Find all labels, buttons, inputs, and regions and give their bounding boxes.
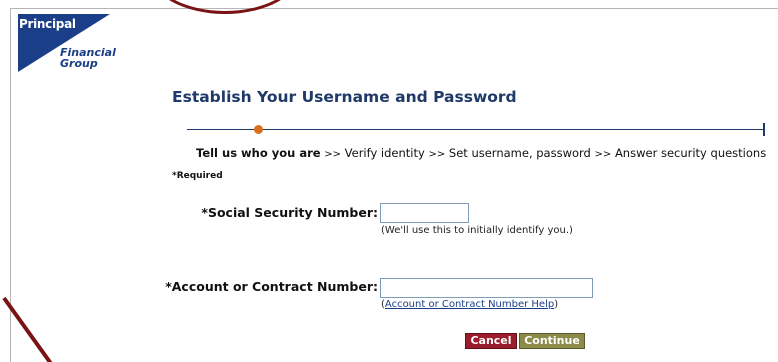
ssn-input[interactable] xyxy=(380,203,469,223)
progress-steps: Tell us who you are >> Verify identity >… xyxy=(196,146,766,160)
ssn-label: *Social Security Number: xyxy=(201,205,378,220)
continue-button[interactable]: Continue xyxy=(519,333,585,349)
progress-end-marker xyxy=(763,123,765,136)
step-separator: >> xyxy=(428,149,446,160)
required-note: *Required xyxy=(172,171,223,181)
logo-tagline: Financial Group xyxy=(60,47,116,69)
step-current: Tell us who you are xyxy=(196,146,321,160)
step-verify-identity: Verify identity xyxy=(344,146,425,160)
step-security-questions: Answer security questions xyxy=(614,146,767,160)
step-set-credentials: Set username, password xyxy=(448,146,591,160)
step-separator: >> xyxy=(324,149,341,160)
account-help-close-paren: ) xyxy=(554,299,559,310)
account-help: (Account or Contract Number Help) xyxy=(381,299,558,310)
cancel-button[interactable]: Cancel xyxy=(465,333,517,349)
account-number-input[interactable] xyxy=(380,278,593,298)
account-number-help-link[interactable]: Account or Contract Number Help xyxy=(385,299,554,310)
logo-tagline-line2: Group xyxy=(60,57,98,70)
progress-track xyxy=(187,129,763,130)
step-separator: >> xyxy=(594,149,612,160)
account-number-label: *Account or Contract Number: xyxy=(165,279,378,294)
page: Principal Financial Group Establish Your… xyxy=(0,0,778,362)
logo-brand-name: Principal xyxy=(19,17,76,31)
progress-current-dot xyxy=(254,125,263,134)
ssn-help-text: (We'll use this to initially identify yo… xyxy=(381,225,573,236)
page-title: Establish Your Username and Password xyxy=(172,88,517,106)
